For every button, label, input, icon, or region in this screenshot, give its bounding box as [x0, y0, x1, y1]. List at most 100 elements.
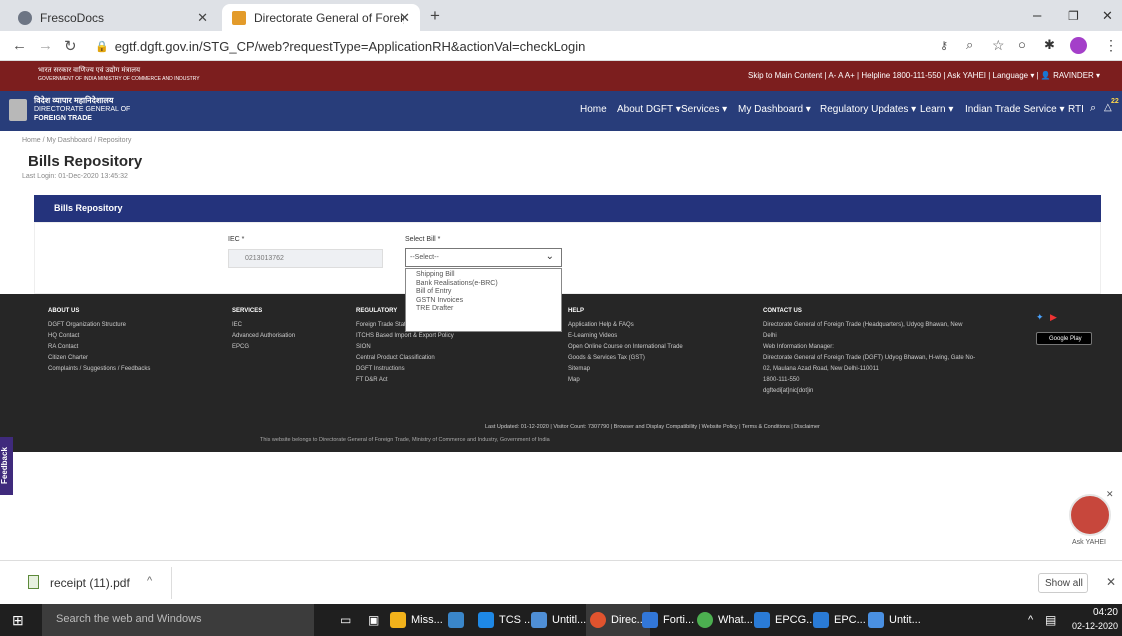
key-icon[interactable]: ⚷ [940, 39, 948, 52]
windows-start-icon[interactable]: ⊞ [12, 604, 24, 636]
chevron-up-icon[interactable]: ^ [147, 575, 152, 587]
footer-link[interactable]: Advanced Authorisation [232, 331, 295, 342]
tab-frescodocs[interactable]: FrescoDocs ✕ [8, 4, 218, 31]
tab-dgft[interactable]: Directorate General of Foreign Tr ✕ [222, 4, 420, 31]
ask-yahei-avatar[interactable] [1069, 494, 1111, 536]
ask-yahei-label[interactable]: Ask YAHEI [1072, 539, 1106, 546]
footer-help: HELP Application Help & FAQs E-Learning … [568, 306, 683, 386]
search-icon[interactable]: ⌕ [1090, 102, 1096, 115]
taskbar-app[interactable]: EPC... [813, 604, 866, 636]
menu-rti[interactable]: RTI [1068, 104, 1084, 115]
footer-link[interactable]: E-Learning Videos [568, 331, 683, 342]
menu-indian-trade-service[interactable]: Indian Trade Service ▾ [965, 104, 1065, 115]
zoom-icon[interactable]: ⌕ [966, 37, 973, 53]
maximize-button[interactable]: ❐ [1068, 9, 1079, 23]
footer-ownership: This website belongs to Directorate Gene… [260, 437, 550, 443]
show-all-button[interactable]: Show all [1038, 573, 1088, 593]
footer-link[interactable]: DGFT Organization Structure [48, 320, 150, 331]
bill-select[interactable]: --Select-- ⌄ [405, 248, 562, 267]
forward-icon[interactable]: → [38, 37, 53, 54]
menu-about-dgft[interactable]: About DGFT ▾ [617, 104, 681, 115]
footer-link[interactable]: Sitemap [568, 364, 683, 375]
store-icon[interactable]: ▣ [368, 604, 379, 636]
footer-text: 02, Maulana Azad Road, New Delhi-110011 [763, 366, 879, 372]
footer-services: SERVICES IEC Advanced Authorisation EPCG [232, 306, 295, 353]
chevron-down-icon: ⌄ [545, 251, 554, 262]
menu-regulatory-updates[interactable]: Regulatory Updates ▾ [820, 104, 916, 115]
minimize-button[interactable]: – [1033, 7, 1041, 24]
dropdown-option[interactable]: Bank Realisations(e-BRC) [406, 280, 561, 289]
taskbar-app[interactable]: EPCG... [754, 604, 815, 636]
tray-chevron-icon[interactable]: ^ [1028, 604, 1033, 636]
footer-link[interactable]: Central Product Classification [356, 353, 454, 364]
google-play-badge[interactable]: Google Play [1036, 332, 1092, 345]
taskbar-app[interactable]: Miss... [390, 604, 443, 636]
footer-link[interactable]: RA Contact [48, 342, 150, 353]
new-tab-button[interactable]: + [430, 6, 440, 26]
downloads-bar: receipt (11).pdf ^ Show all ✕ [0, 560, 1122, 604]
taskbar-app[interactable] [448, 604, 469, 636]
taskbar-app[interactable]: TCS ... [478, 604, 533, 636]
footer-link[interactable]: Goods & Services Tax (GST) [568, 353, 683, 364]
menu-learn[interactable]: Learn ▾ [920, 104, 953, 115]
address-bar: ← → ↻ 🔒 egtf.dgft.gov.in/STG_CP/web?requ… [0, 31, 1122, 61]
close-icon[interactable]: ✕ [1106, 489, 1114, 500]
taskbar-app[interactable]: Untit... [868, 604, 921, 636]
footer-link[interactable]: Complaints / Suggestions / Feedbacks [48, 364, 150, 375]
last-login: Last Login: 01-Dec-2020 13:45:32 [22, 173, 128, 180]
star-icon[interactable]: ☆ [992, 37, 1005, 54]
footer-link[interactable]: DGFT Instructions [356, 364, 454, 375]
dropdown-option[interactable]: TRE Drafter [406, 305, 561, 314]
iec-field[interactable]: 0213013762 [228, 249, 383, 268]
taskbar-app[interactable]: Untitl... [531, 604, 586, 636]
footer-link[interactable]: Open Online Course on International Trad… [568, 342, 683, 353]
youtube-icon[interactable]: ▶ [1050, 312, 1057, 323]
extension-icon[interactable]: ○ [1018, 37, 1026, 52]
dropdown-option[interactable]: Shipping Bill [406, 271, 561, 280]
browser-tab-strip: FrescoDocs ✕ Directorate General of Fore… [0, 0, 1122, 31]
gov-title-hindi: भारत सरकार वाणिज्य एवं उद्योग मंत्रालय [38, 67, 141, 74]
footer-link[interactable]: EPCG [232, 342, 295, 353]
footer-link[interactable]: Map [568, 375, 683, 386]
action-center-icon[interactable]: ▤ [1045, 604, 1056, 636]
task-view-icon[interactable]: ▭ [340, 604, 351, 636]
close-tab-icon[interactable]: ✕ [197, 10, 208, 26]
back-icon[interactable]: ← [12, 37, 27, 54]
url-field[interactable]: 🔒 egtf.dgft.gov.in/STG_CP/web?requestTyp… [95, 36, 915, 56]
feedback-tab[interactable]: Feedback [0, 437, 13, 495]
close-window-button[interactable]: ✕ [1102, 8, 1113, 24]
footer-link[interactable]: FT D&R Act [356, 375, 454, 386]
taskbar-app[interactable]: Forti... [642, 604, 694, 636]
divider [171, 567, 172, 599]
menu-my-dashboard[interactable]: My Dashboard ▾ [738, 104, 811, 115]
download-filename[interactable]: receipt (11).pdf [50, 576, 130, 590]
puzzle-icon[interactable]: ✱ [1044, 37, 1055, 53]
close-downloads-icon[interactable]: ✕ [1106, 575, 1116, 589]
footer-link[interactable]: Application Help & FAQs [568, 320, 683, 331]
globe-icon [18, 10, 32, 25]
close-tab-icon[interactable]: ✕ [399, 10, 410, 26]
footer-link[interactable]: ITCHS Based Import & Export Policy [356, 331, 454, 342]
footer-link[interactable]: HQ Contact [48, 331, 150, 342]
footer-text: 1800-111-550 [763, 377, 800, 383]
menu-home[interactable]: Home [580, 104, 607, 115]
top-links[interactable]: Skip to Main Content | A- A A+ | Helplin… [748, 71, 1100, 80]
profile-avatar[interactable] [1070, 37, 1087, 54]
breadcrumb[interactable]: Home / My Dashboard / Repository [22, 137, 131, 144]
footer-link[interactable]: SION [356, 342, 454, 353]
menu-services[interactable]: Services ▾ [681, 104, 727, 115]
dropdown-option[interactable]: Bill of Entry [406, 288, 561, 297]
menu-icon[interactable]: ⋮ [1104, 37, 1118, 54]
reload-icon[interactable]: ↻ [64, 37, 77, 55]
iec-label: IEC * [228, 236, 245, 243]
twitter-icon[interactable]: ✦ [1036, 312, 1044, 323]
footer-heading: ABOUT US [48, 308, 80, 314]
footer-link[interactable]: Citizen Charter [48, 353, 150, 364]
taskbar-app[interactable]: Direc... [586, 604, 650, 636]
dropdown-option[interactable]: GSTN Invoices [406, 297, 561, 306]
taskbar-app[interactable]: What... [697, 604, 753, 636]
taskbar-search[interactable]: Search the web and Windows [42, 604, 314, 636]
footer-link[interactable]: IEC [232, 320, 295, 331]
clock-date: 02-12-2020 [1071, 621, 1118, 631]
footer-bottom-links[interactable]: Last Updated: 01-12-2020 | Visitor Count… [485, 424, 820, 430]
